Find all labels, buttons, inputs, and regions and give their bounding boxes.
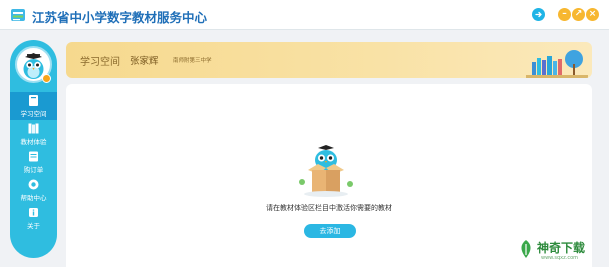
sidebar-item-label: 关于 <box>27 222 40 230</box>
watermark-logo-icon <box>521 240 531 258</box>
books-icon <box>28 123 39 134</box>
title-bar: 江苏省中小学数字教材服务中心 – ↗ × <box>0 0 609 30</box>
maximize-button[interactable]: ↗ <box>572 8 585 21</box>
watermark-url: www.sqxz.com <box>541 255 579 261</box>
sidebar-item-help[interactable]: 帮助中心 <box>10 176 57 204</box>
sidebar: 学习空间 教材体验 购订单 帮助中心 关于 <box>10 40 57 258</box>
main-content-panel: 请在教材体验区栏目中激活你需要的教材 去添加 <box>66 84 592 267</box>
info-icon <box>29 208 38 217</box>
sidebar-item-about[interactable]: 关于 <box>10 204 57 232</box>
sidebar-item-label: 购订单 <box>23 166 44 174</box>
sidebar-item-label: 帮助中心 <box>20 194 47 202</box>
app-title: 江苏省中小学数字教材服务中心 <box>32 10 208 25</box>
export-icon[interactable] <box>532 8 545 21</box>
sidebar-item-orders[interactable]: 购订单 <box>10 148 57 176</box>
user-name: 张家辉 <box>130 56 159 67</box>
avatar-badge <box>42 74 51 83</box>
help-icon <box>28 179 39 190</box>
app-logo-icon <box>11 9 25 21</box>
order-icon <box>29 151 38 162</box>
close-button[interactable]: × <box>586 8 599 21</box>
sidebar-item-label: 学习空间 <box>20 110 47 118</box>
add-textbook-button[interactable]: 去添加 <box>304 224 356 238</box>
empty-state-message: 请在教材体验区栏目中激活你需要的教材 <box>266 204 392 212</box>
sidebar-item-textbook-experience[interactable]: 教材体验 <box>10 120 57 148</box>
book-icon <box>29 95 38 106</box>
books-tree-illustration-icon <box>526 50 588 78</box>
school-name: 南师附第三中学 <box>173 58 212 64</box>
watermark: 神奇下载 www.sqxz.com <box>515 236 605 264</box>
sidebar-item-learning-space[interactable]: 学习空间 <box>10 92 57 120</box>
page-header-banner: 学习空间 张家辉 南师附第三中学 <box>66 42 592 78</box>
sidebar-item-label: 教材体验 <box>20 138 47 146</box>
watermark-text: 神奇下载 <box>537 241 586 255</box>
minimize-button[interactable]: – <box>558 8 571 21</box>
owl-in-box-empty-icon <box>299 145 353 197</box>
page-title: 学习空间 <box>80 57 120 68</box>
